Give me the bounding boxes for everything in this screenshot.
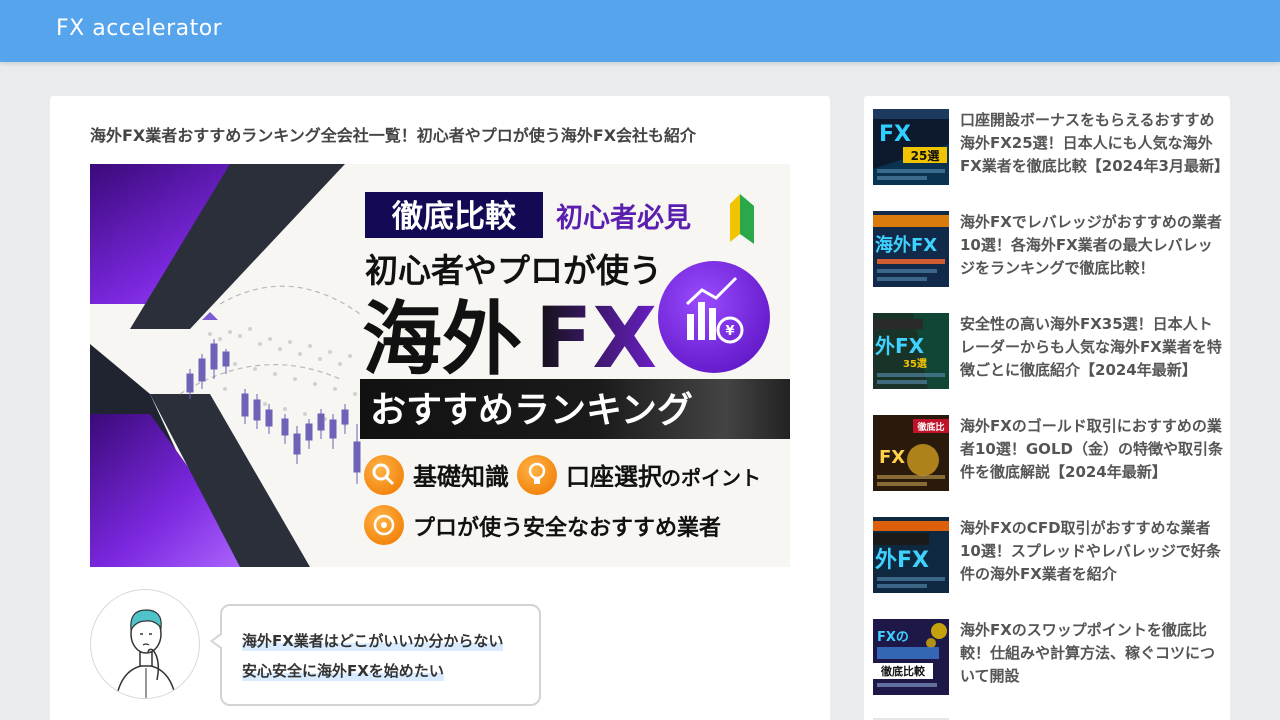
hero-banner-image[interactable]: 徹底比較 初心者必見 初心者やプロが使う 海外 FX ¥ おすすめランキング 基… [90,164,790,567]
related-post-thumbnail[interactable]: FXの 徹底比較 [873,619,949,695]
svg-text:FXの: FXの [877,630,909,645]
svg-text:外FX: 外FX [875,334,925,358]
svg-text:25選: 25選 [911,149,940,163]
site-header: FX accelerator [0,0,1280,62]
related-post-1[interactable]: FX 25選 口座開設ボーナスをもらえるおすすめ海外FX25選！日本人にも人気な… [873,106,1229,196]
hero-banner-graphic: 徹底比較 初心者必見 初心者やプロが使う 海外 FX ¥ おすすめランキング 基… [90,164,790,567]
related-post-title[interactable]: 海外FXでレバレッジがおすすめの業者10選！各海外FX業者の最大レバレッジをラン… [960,211,1225,280]
related-post-title[interactable]: 海外FXのスワップポイントを徹底比較！仕組みや計算方法、稼ぐコツについて開設 [960,619,1225,688]
related-post-thumbnail[interactable]: 外FX [873,517,949,593]
related-post-3[interactable]: 外FX 35選 安全性の高い海外FX35選！日本人トレーダーからも人気な海外FX… [873,310,1225,400]
avatar [90,589,200,699]
thinking-person-illustration [115,609,177,698]
related-post-title[interactable]: 海外FXのゴールド取引におすすめの業者10選！GOLD（金）の特徴や取引条件を徹… [960,415,1225,484]
related-post-5[interactable]: 外FX 海外FXのCFD取引がおすすめな業者10選！スプレッドやレバレッジで好条… [873,514,1225,604]
related-post-thumbnail[interactable]: 海外FX [873,211,949,287]
hero-tag-compare: 徹底比較 [391,199,517,235]
svg-text:35選: 35選 [903,357,927,370]
related-post-4[interactable]: 徹底比 FX 海外FXのゴールド取引におすすめの業者10選！GOLD（金）の特徴… [873,412,1225,502]
svg-text:FX: FX [879,447,905,468]
speech-bubble: 海外FX業者はどこがいいか分からない 安心安全に海外FXを始めたい [210,604,541,706]
svg-text:海外FX: 海外FX [875,234,937,256]
speech-line-2: 安心安全に海外FXを始めたい [242,660,444,681]
site-logo[interactable]: FX accelerator [56,16,222,41]
svg-text:徹底比較: 徹底比較 [880,664,926,678]
sidebar-related-posts: FX 25選 口座開設ボーナスをもらえるおすすめ海外FX25選！日本人にも人気な… [864,96,1230,720]
related-post-thumbnail[interactable]: 外FX 35選 [873,313,949,389]
svg-text:¥: ¥ [725,324,734,339]
related-post-title[interactable]: 海外FXのCFD取引がおすすめな業者10選！スプレッドやレバレッジで好条件の海外… [960,517,1225,586]
hero-subtitle: 初心者やプロが使う [365,251,662,290]
lightbulb-icon [517,455,557,495]
svg-text:徹底比: 徹底比 [916,421,944,433]
related-post-thumbnail[interactable]: 徹底比 FX [873,415,949,491]
target-icon [364,505,404,545]
related-post-6[interactable]: FXの 徹底比較 海外FXのスワップポイントを徹底比較！仕組みや計算方法、稼ぐコ… [873,616,1225,706]
related-post-title[interactable]: 口座開設ボーナスをもらえるおすすめ海外FX25選！日本人にも人気な海外FX業者を… [960,109,1229,178]
related-post-thumbnail[interactable]: FX 25選 [873,109,949,185]
svg-text:外FX: 外FX [875,547,929,573]
hero-tag-beginner: 初心者必見 [556,203,691,234]
article-title[interactable]: 海外FX業者おすすめランキング全会社一覧！初心者やプロが使う海外FX会社も紹介 [90,122,790,146]
hero-main-jp: 海外 [362,293,522,386]
related-post-2[interactable]: 海外FX 海外FXでレバレッジがおすすめの業者10選！各海外FX業者の最大レバレ… [873,208,1225,298]
hero-ranking-text: おすすめランキング [370,390,693,431]
chart-yen-icon: ¥ [658,261,770,373]
hero-point-3: プロが使う安全なおすすめ業者 [413,515,721,541]
hero-main-en: FX [535,289,657,387]
related-post-title[interactable]: 安全性の高い海外FX35選！日本人トレーダーからも人気な海外FX業者を特徴ごとに… [960,313,1225,382]
article-card: 海外FX業者おすすめランキング全会社一覧！初心者やプロが使う海外FX会社も紹介 [50,96,830,720]
speech-line-1: 海外FX業者はどこがいいか分からない [242,630,504,651]
svg-text:FX: FX [879,122,911,147]
hero-point-1: 基礎知識 [413,463,509,491]
hero-point-2-suffix: のポイント [661,466,761,490]
hero-point-2-main: 口座選択 [566,463,663,491]
magnifier-icon [364,455,404,495]
